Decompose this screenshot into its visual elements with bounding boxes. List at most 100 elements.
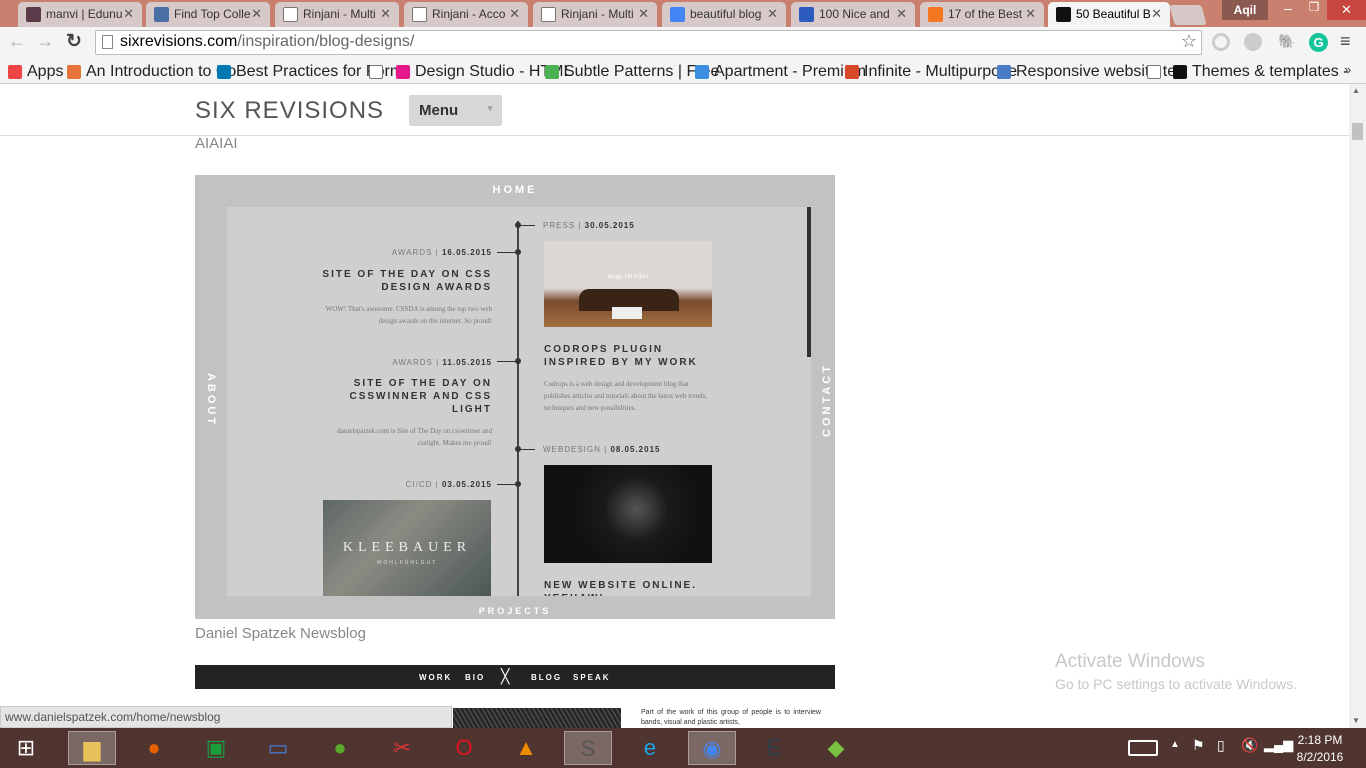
remote-desktop-icon[interactable]: ▭: [254, 731, 302, 765]
tab-title: Rinjani - Multi: [561, 7, 634, 21]
image-title: KLEEBAUER: [342, 540, 472, 555]
timeline-dot: [515, 249, 521, 255]
action-center-icon[interactable]: ⚑: [1192, 737, 1205, 754]
scroll-down-icon[interactable]: ▼: [1352, 716, 1360, 725]
entry-date: 11.05.2015: [442, 358, 492, 367]
reload-icon[interactable]: ↻: [66, 30, 82, 53]
url-host: sixrevisions.com: [120, 33, 238, 50]
entry-category: PRESS: [543, 221, 576, 230]
bookmark-label: Themes & templates -: [1192, 63, 1349, 80]
close-tab-icon[interactable]: ✕: [251, 6, 262, 22]
page-scrollbar[interactable]: [1349, 84, 1366, 728]
entry-category: CI/CD: [405, 480, 433, 489]
bookmark-item[interactable]: [369, 63, 388, 81]
snipping-tool-icon[interactable]: ✂: [378, 731, 426, 765]
address-bar[interactable]: sixrevisions.com/inspiration/blog-design…: [95, 30, 1202, 55]
bluestacks-icon[interactable]: ◆: [812, 731, 860, 765]
blog-caption[interactable]: Daniel Spatzek Newsblog: [195, 625, 366, 642]
close-tab-icon[interactable]: ✕: [1151, 6, 1162, 22]
close-tab-icon[interactable]: ✕: [896, 6, 907, 22]
volume-muted-icon[interactable]: 🔇: [1241, 737, 1258, 754]
internet-explorer-icon[interactable]: e: [626, 731, 674, 765]
tab[interactable]: Rinjani - Multi ✕: [275, 2, 399, 27]
close-tab-icon[interactable]: ✕: [509, 6, 520, 22]
entry-category: AWARDS: [392, 358, 433, 367]
forward-icon[interactable]: →: [36, 31, 54, 52]
tab-title: Find Top Colle: [174, 7, 251, 21]
battery-icon[interactable]: ▯: [1217, 737, 1225, 754]
file-explorer-icon[interactable]: ▆: [68, 731, 116, 765]
entry-category: AWARDS: [391, 248, 433, 257]
close-window-button[interactable]: ✕: [1327, 0, 1366, 20]
back-icon[interactable]: ←: [8, 31, 26, 52]
grammarly-icon[interactable]: G: [1309, 33, 1328, 52]
close-tab-icon[interactable]: ✕: [380, 6, 391, 22]
entry-date: 16.05.2015: [441, 248, 492, 257]
firefox-icon[interactable]: ●: [130, 731, 178, 765]
bookmarks-overflow-button[interactable]: »: [1344, 62, 1351, 77]
vlc-icon[interactable]: ▲: [502, 731, 550, 765]
bookmark-item[interactable]: Apartment - Premium: [695, 63, 866, 81]
close-tab-icon[interactable]: ✕: [123, 6, 134, 22]
e-app-icon[interactable]: E: [750, 731, 798, 765]
evernote-icon[interactable]: 🐘: [1278, 33, 1295, 50]
blog-screenshot[interactable]: HOME PROJECTS ABOUT CONTACT PRESS | 30.0…: [195, 175, 835, 619]
scroll-up-icon[interactable]: ▲: [1352, 86, 1360, 95]
bookmark-item[interactable]: Themes & templates -: [1173, 63, 1349, 81]
restore-button[interactable]: ❐: [1301, 0, 1327, 20]
start-icon[interactable]: ⊞: [2, 731, 50, 765]
entry-body: Codrops is a web design and development …: [544, 380, 708, 412]
sublime-text-icon[interactable]: S: [564, 731, 612, 765]
tab[interactable]: Rinjani - Multi ✕: [533, 2, 657, 27]
close-tab-icon[interactable]: ✕: [638, 6, 649, 22]
profile-button[interactable]: Aqil: [1222, 0, 1268, 20]
timeline-line: [517, 221, 519, 596]
tab[interactable]: manvi | Edunu ✕: [18, 2, 142, 27]
bookmark-icon: [396, 65, 410, 79]
tab[interactable]: 17 of the Best ✕: [920, 2, 1044, 27]
store-icon[interactable]: ▣: [192, 731, 240, 765]
entry-title: SITE OF THE DAY ON CSS DESIGN AWARDS: [322, 269, 492, 293]
menu-button[interactable]: Menu ▼: [409, 95, 502, 126]
scrollbar-thumb[interactable]: [1352, 123, 1363, 140]
show-hidden-icons[interactable]: ▲: [1170, 739, 1180, 750]
clock[interactable]: 2:18 PM 8/2/2016: [1290, 732, 1350, 766]
timeline-dot: [515, 481, 521, 487]
portrait-image: [544, 465, 712, 563]
tab[interactable]: beautiful blog ✕: [662, 2, 786, 27]
bookmark-item[interactable]: Infinite - Multipurpose: [845, 63, 1017, 81]
app-green-icon[interactable]: ●: [316, 731, 364, 765]
entry-title: NEW WEBSITE ONLINE. YEEHAW!: [544, 580, 697, 596]
close-tab-icon[interactable]: ✕: [767, 6, 778, 22]
chrome-menu-icon[interactable]: ≡: [1340, 31, 1351, 52]
site-logo[interactable]: SIX REVISIONS: [195, 97, 384, 125]
close-tab-icon[interactable]: ✕: [1025, 6, 1036, 22]
activate-windows-title: Activate Windows: [1055, 651, 1205, 672]
bookmark-item[interactable]: Apps: [8, 63, 63, 81]
tab[interactable]: Rinjani - Acco ✕: [404, 2, 528, 27]
new-tab-button[interactable]: [1169, 5, 1207, 25]
minimize-button[interactable]: ‒: [1275, 0, 1301, 20]
bookmark-icon: [997, 65, 1011, 79]
nav-work: WORK: [419, 673, 453, 682]
inner-scroll-thumb: [807, 207, 811, 357]
network-icon[interactable]: ▂▄▆: [1264, 737, 1293, 753]
tab[interactable]: Find Top Colle ✕: [146, 2, 270, 27]
keyboard-icon[interactable]: [1128, 740, 1158, 756]
opera-icon[interactable]: O: [440, 731, 488, 765]
entry-date: 03.05.2015: [441, 480, 492, 489]
star-icon[interactable]: ☆: [1181, 31, 1197, 52]
next-blog-nav[interactable]: WORK BIO ╳ BLOG SPEAK: [195, 665, 835, 689]
extension-icon[interactable]: [1212, 33, 1230, 51]
tab[interactable]: 100 Nice and ✕: [791, 2, 915, 27]
bookmark-item[interactable]: An Introduction to Co: [67, 63, 236, 81]
entry-meta: CI/CD | 03.05.2015: [405, 480, 492, 489]
extension-icon[interactable]: [1244, 33, 1262, 51]
tab-title: Rinjani - Multi: [303, 7, 376, 21]
tab-title: Rinjani - Acco: [432, 7, 506, 21]
tab[interactable]: 50 Beautiful B ✕: [1048, 2, 1170, 27]
bookmark-item[interactable]: [1147, 63, 1166, 81]
chrome-icon[interactable]: ◉: [688, 731, 736, 765]
previous-caption[interactable]: AIAIAI: [195, 135, 238, 152]
bookmark-item[interactable]: Subtle Patterns | Free: [545, 63, 719, 81]
